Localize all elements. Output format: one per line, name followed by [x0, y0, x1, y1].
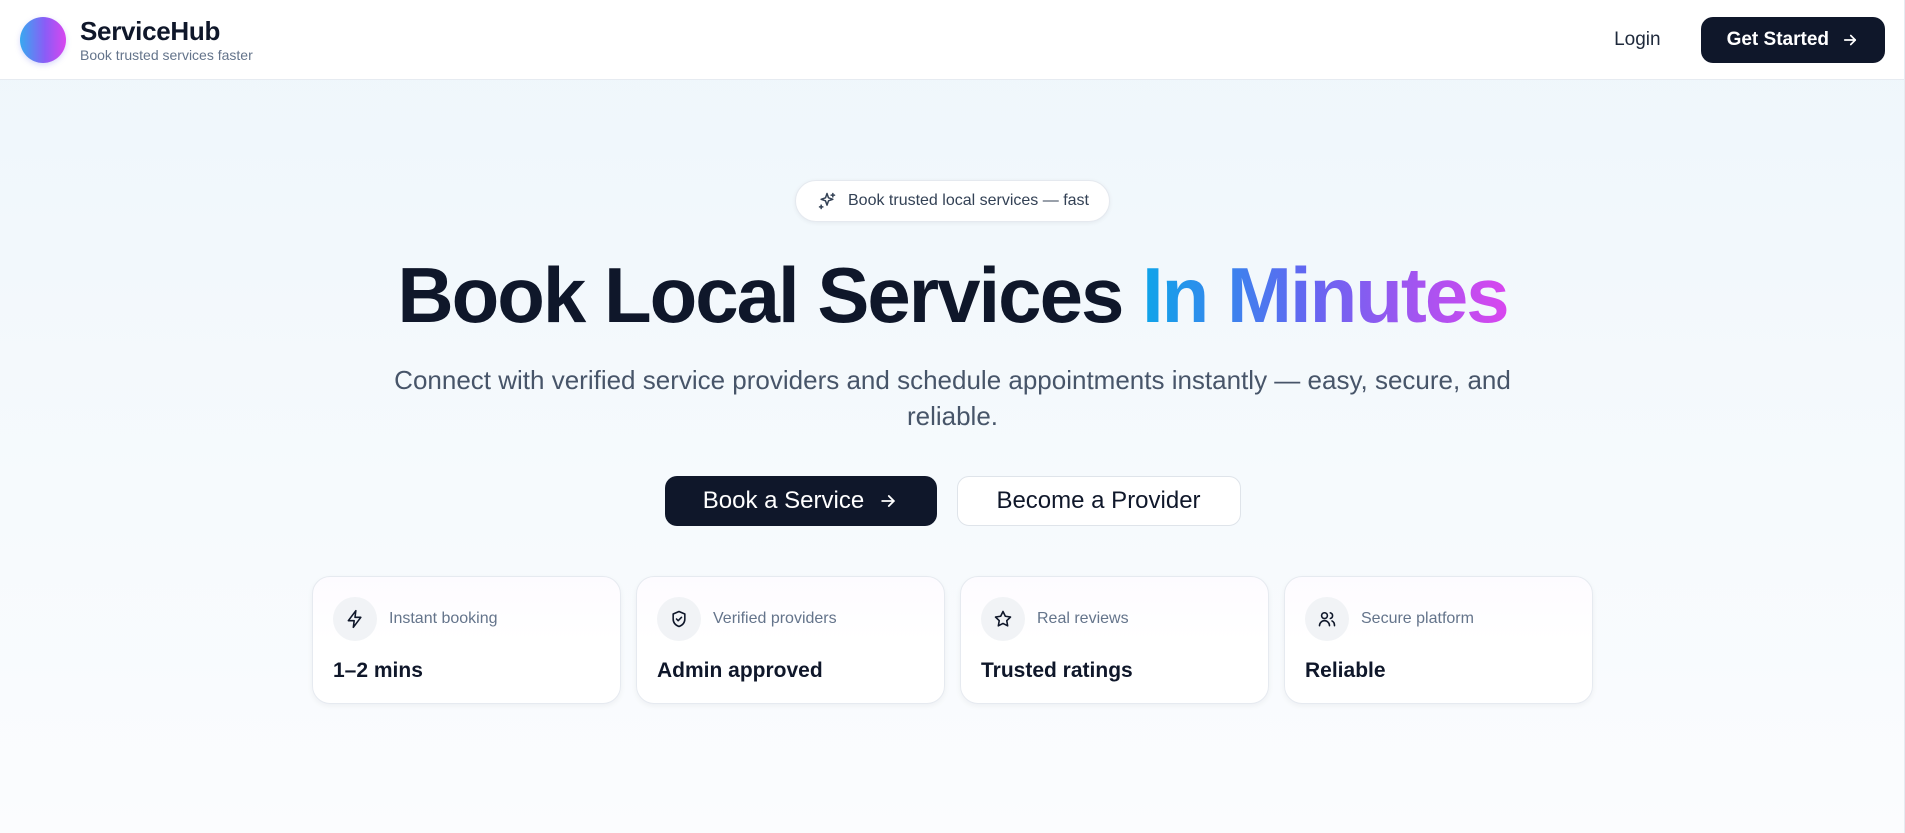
feature-cards: Instant booking 1–2 mins Verified provid… — [312, 576, 1593, 704]
feature-value: Trusted ratings — [981, 659, 1133, 682]
sparkles-icon — [816, 190, 838, 212]
feature-label: Verified providers — [713, 610, 837, 627]
hero-subtitle: Connect with verified service providers … — [394, 365, 1511, 431]
feature-card-header: Verified providers — [657, 597, 924, 641]
arrow-right-icon — [881, 495, 895, 507]
headline-main: Book Local Services — [397, 251, 1142, 339]
brand-name: ServiceHub — [80, 15, 221, 46]
headline-accent: In Minutes — [1142, 251, 1510, 339]
arrow-right-icon — [1843, 34, 1857, 45]
users-icon — [1305, 597, 1349, 641]
hero-badge-text: Book trusted local services — fast — [848, 192, 1089, 209]
brand[interactable]: ServiceHub Book trusted services faster — [20, 16, 253, 64]
feature-card-instant-booking: Instant booking 1–2 mins — [312, 576, 621, 704]
hero-badge: Book trusted local services — fast — [795, 180, 1110, 222]
top-navbar: ServiceHub Book trusted services faster … — [0, 0, 1905, 80]
book-service-label: Book a Service — [702, 487, 865, 514]
hero-headline: Book Local Services In Minutes — [397, 250, 1510, 340]
feature-card-header: Real reviews — [981, 597, 1248, 641]
feature-label: Secure platform — [1361, 610, 1474, 627]
lightning-icon — [333, 597, 377, 641]
feature-card-header: Secure platform — [1305, 597, 1572, 641]
login-link[interactable]: Login — [1614, 29, 1661, 51]
cta-row: Book a Service Become a Provider — [664, 476, 1241, 526]
feature-card-real-reviews: Real reviews Trusted ratings — [960, 576, 1269, 704]
book-service-button[interactable]: Book a Service — [664, 476, 937, 526]
star-icon — [981, 597, 1025, 641]
feature-value: 1–2 mins — [333, 659, 423, 682]
feature-label: Instant booking — [389, 610, 498, 627]
brand-tagline: Book trusted services faster — [80, 46, 253, 63]
feature-card-header: Instant booking — [333, 597, 600, 641]
feature-value: Admin approved — [657, 659, 823, 682]
become-provider-label: Become a Provider — [996, 487, 1201, 514]
feature-card-secure-platform: Secure platform Reliable — [1284, 576, 1593, 704]
shield-check-icon — [657, 597, 701, 641]
get-started-button[interactable]: Get Started — [1700, 16, 1885, 63]
nav-actions: Login Get Started — [1614, 16, 1885, 63]
feature-label: Real reviews — [1037, 610, 1129, 627]
feature-card-verified-providers: Verified providers Admin approved — [636, 576, 945, 704]
hero-section: Book trusted local services — fast Book … — [0, 80, 1905, 704]
get-started-label: Get Started — [1726, 28, 1829, 50]
brand-text: ServiceHub Book trusted services faster — [80, 16, 253, 64]
feature-value: Reliable — [1305, 659, 1386, 682]
brand-logo-icon — [20, 16, 66, 63]
become-provider-button[interactable]: Become a Provider — [956, 476, 1241, 526]
